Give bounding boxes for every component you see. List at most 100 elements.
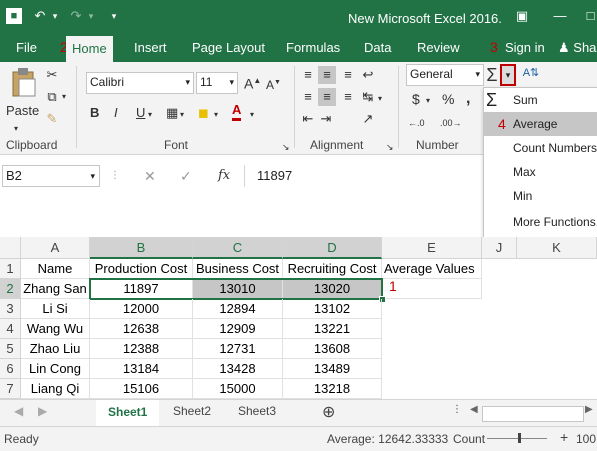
underline-dropdown-icon[interactable]: ▾ bbox=[148, 106, 152, 124]
sheet-tab-sheet2[interactable]: Sheet2 bbox=[173, 404, 211, 418]
bold-button[interactable]: B bbox=[90, 104, 99, 122]
scroll-right-icon[interactable]: ▶ bbox=[38, 404, 47, 418]
tab-page-layout[interactable]: Page Layout bbox=[192, 40, 265, 55]
row-header-3[interactable]: 3 bbox=[0, 299, 21, 319]
copy-dropdown-icon[interactable]: ▾ bbox=[62, 88, 66, 106]
cell-c5[interactable]: 12731 bbox=[193, 339, 283, 359]
scroll-left-icon[interactable]: ◀ bbox=[14, 404, 23, 418]
customize-toolbar-icon[interactable]: ▾ bbox=[108, 8, 120, 24]
row-header-2[interactable]: 2 bbox=[0, 279, 21, 299]
cell-c1[interactable]: Business Cost bbox=[193, 259, 283, 279]
currency-button[interactable]: $ bbox=[412, 90, 420, 108]
zoom-in-icon[interactable]: + bbox=[560, 429, 568, 445]
enter-icon[interactable]: ✓ bbox=[180, 167, 192, 185]
cell-d3[interactable]: 13102 bbox=[283, 299, 382, 319]
copy-icon[interactable]: ⧉ bbox=[44, 88, 60, 106]
cell-a3[interactable]: Li Si bbox=[21, 299, 90, 319]
tab-file[interactable]: File bbox=[16, 40, 37, 55]
comma-style-icon[interactable]: , bbox=[466, 90, 470, 108]
format-painter-icon[interactable]: ✎ bbox=[44, 110, 60, 128]
percent-button[interactable]: % bbox=[442, 90, 454, 108]
maximize-icon[interactable]: □ bbox=[584, 8, 597, 24]
cancel-icon[interactable]: ✕ bbox=[144, 167, 156, 185]
zoom-slider-thumb[interactable] bbox=[518, 433, 521, 443]
underline-button[interactable]: U bbox=[136, 104, 145, 122]
currency-dropdown-icon[interactable]: ▾ bbox=[426, 92, 430, 110]
cell-a2[interactable]: Zhang San bbox=[21, 279, 90, 299]
sort-filter-icon[interactable]: A⇅ bbox=[518, 64, 544, 82]
column-header-k[interactable]: K bbox=[517, 237, 597, 259]
undo-icon[interactable]: ↶ bbox=[32, 8, 48, 24]
column-header-e[interactable]: E bbox=[382, 237, 482, 259]
borders-dropdown-icon[interactable]: ▾ bbox=[180, 106, 184, 124]
number-format-select[interactable]: General ▾ bbox=[406, 64, 484, 86]
merge-dropdown-icon[interactable]: ▾ bbox=[378, 90, 382, 108]
autosum-icon[interactable]: Σ bbox=[484, 64, 500, 86]
cell-d1[interactable]: Recruiting Cost bbox=[283, 259, 382, 279]
undo-dropdown-icon[interactable]: ▾ bbox=[50, 8, 60, 24]
column-header-a[interactable]: A bbox=[21, 237, 90, 259]
menu-item-average[interactable]: 4 Average bbox=[484, 112, 597, 136]
paste-dropdown-icon[interactable]: ▾ bbox=[14, 120, 18, 138]
save-icon[interactable]: ■ bbox=[6, 8, 22, 24]
font-color-icon[interactable]: A bbox=[232, 102, 242, 121]
ribbon-display-icon[interactable]: ▣ bbox=[514, 8, 530, 24]
hscroll-right-icon[interactable]: ▶ bbox=[585, 404, 593, 415]
cell-e2[interactable] bbox=[382, 279, 482, 299]
column-header-c[interactable]: C bbox=[193, 237, 283, 259]
orientation-icon[interactable]: ↗ bbox=[360, 110, 376, 128]
minimize-icon[interactable]: — bbox=[552, 8, 568, 24]
menu-item-more-functions[interactable]: More Functions... bbox=[484, 210, 597, 234]
fill-color-icon[interactable]: ◼ bbox=[198, 104, 209, 122]
row-header-7[interactable]: 7 bbox=[0, 379, 21, 399]
font-size-select[interactable]: 11 ▾ bbox=[196, 72, 238, 94]
cell-d7[interactable]: 13218 bbox=[283, 379, 382, 399]
cell-d6[interactable]: 13489 bbox=[283, 359, 382, 379]
cell-d5[interactable]: 13608 bbox=[283, 339, 382, 359]
decrease-indent-icon[interactable]: ⇤ bbox=[300, 110, 316, 128]
sheet-tab-sheet3[interactable]: Sheet3 bbox=[238, 404, 276, 418]
cell-c3[interactable]: 12894 bbox=[193, 299, 283, 319]
fill-color-dropdown-icon[interactable]: ▾ bbox=[214, 106, 218, 124]
formula-input[interactable]: 11897 bbox=[244, 165, 485, 187]
cell-a4[interactable]: Wang Wu bbox=[21, 319, 90, 339]
dialog-launcher-icon[interactable]: ↘ bbox=[282, 138, 290, 156]
tab-insert[interactable]: Insert bbox=[134, 40, 167, 55]
row-header-1[interactable]: 1 bbox=[0, 259, 21, 279]
menu-item-count-numbers[interactable]: Count Numbers bbox=[484, 136, 597, 160]
increase-font-icon[interactable]: A▲ bbox=[244, 72, 261, 93]
column-header-b[interactable]: B bbox=[90, 237, 193, 259]
cell-e1[interactable]: Average Values bbox=[382, 259, 482, 279]
borders-icon[interactable]: ▦ bbox=[166, 104, 178, 122]
cell-a1[interactable]: Name bbox=[21, 259, 90, 279]
share-button[interactable]: ♟ Sha bbox=[558, 40, 596, 56]
align-right-icon[interactable]: ≡ bbox=[340, 88, 356, 106]
cell-a6[interactable]: Lin Cong bbox=[21, 359, 90, 379]
tab-formulas[interactable]: Formulas bbox=[286, 40, 340, 55]
sheet-tab-sheet1[interactable]: Sheet1 bbox=[96, 400, 160, 428]
tab-review[interactable]: Review bbox=[417, 40, 460, 55]
cell-a7[interactable]: Liang Qi bbox=[21, 379, 90, 399]
redo-icon[interactable]: ↷ bbox=[68, 8, 84, 24]
horizontal-scrollbar[interactable] bbox=[482, 406, 584, 422]
column-header-j[interactable]: J bbox=[482, 237, 517, 259]
align-bottom-icon[interactable]: ≡ bbox=[340, 66, 356, 84]
cut-icon[interactable]: ✂ bbox=[44, 66, 60, 84]
cell-d4[interactable]: 13221 bbox=[283, 319, 382, 339]
italic-button[interactable]: I bbox=[114, 104, 118, 122]
font-color-dropdown-icon[interactable]: ▾ bbox=[250, 106, 254, 124]
add-sheet-icon[interactable]: ⊕ bbox=[322, 402, 335, 422]
cell-c6[interactable]: 13428 bbox=[193, 359, 283, 379]
insert-function-button[interactable]: fx bbox=[218, 167, 230, 185]
align-middle-icon[interactable]: ≡ bbox=[318, 66, 336, 84]
tab-data[interactable]: Data bbox=[364, 40, 391, 55]
cell-b6[interactable]: 13184 bbox=[90, 359, 193, 379]
increase-decimal-icon[interactable]: ←.0 bbox=[408, 114, 425, 132]
more-options-icon[interactable]: ⋮ bbox=[452, 404, 462, 415]
wrap-text-icon[interactable]: ↩ bbox=[360, 66, 376, 84]
merge-center-icon[interactable]: ↹ bbox=[360, 88, 376, 106]
hscroll-left-icon[interactable]: ◀ bbox=[470, 404, 478, 415]
decrease-font-icon[interactable]: A▼ bbox=[266, 74, 281, 94]
cell-c4[interactable]: 12909 bbox=[193, 319, 283, 339]
cell-b4[interactable]: 12638 bbox=[90, 319, 193, 339]
